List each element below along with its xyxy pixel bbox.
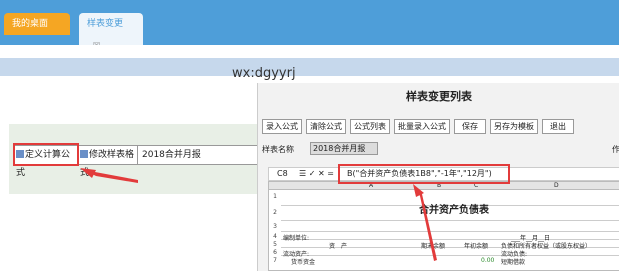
annotation-arrows bbox=[80, 168, 437, 261]
arrow-to-formula-cell bbox=[415, 187, 437, 261]
arrow-head-left bbox=[80, 168, 96, 178]
arrow-head-up bbox=[413, 184, 424, 197]
